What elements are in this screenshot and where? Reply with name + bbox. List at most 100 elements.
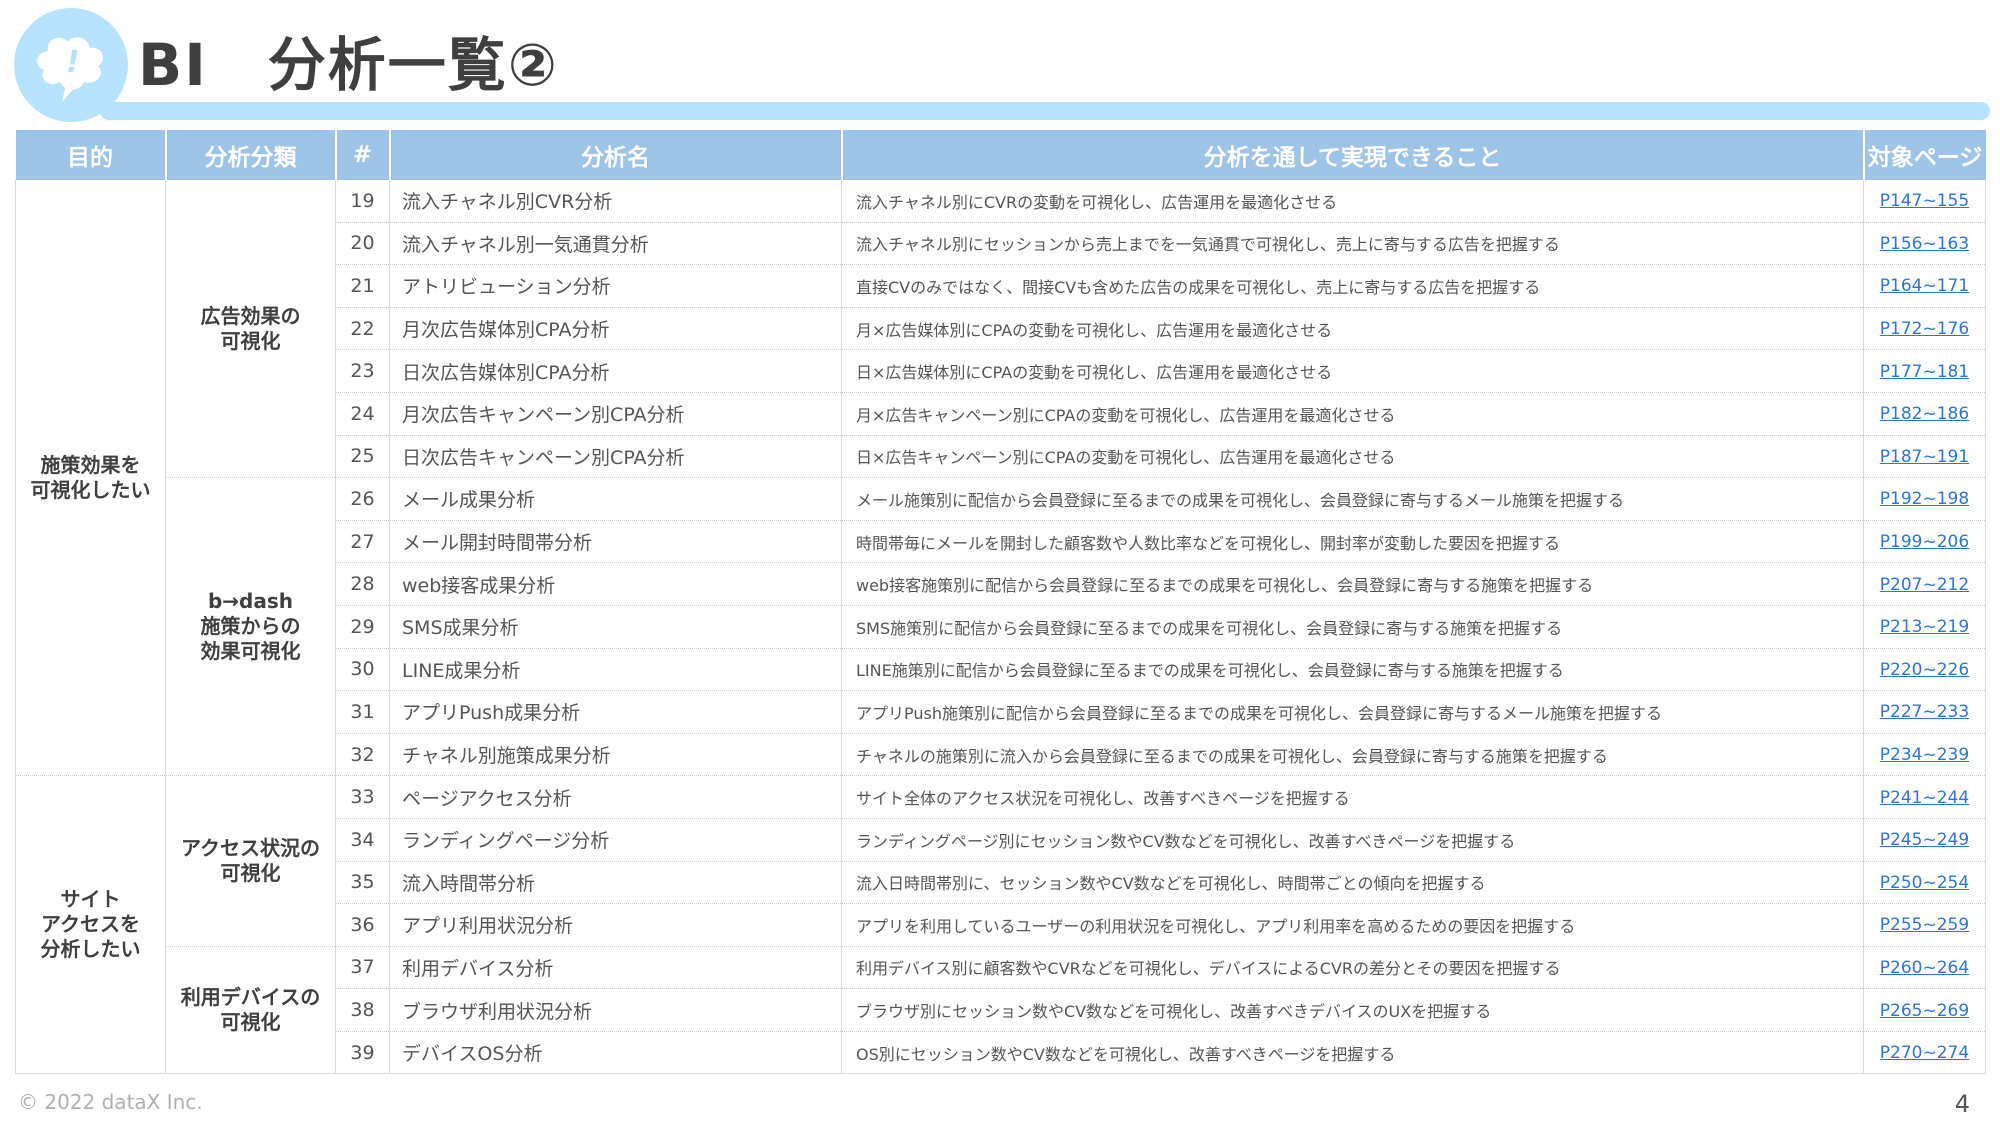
analysis-description: 時間帯毎にメールを開封した顧客数や人数比率などを可視化し、開封率が変動した要因を… <box>841 520 1864 564</box>
target-page-link[interactable]: P147~155 <box>1880 191 1969 211</box>
svg-text:!: ! <box>66 45 80 80</box>
analysis-name: 月次広告キャンペーン別CPA分析 <box>389 392 842 436</box>
target-page-cell: P213~219 <box>1863 605 1986 649</box>
analysis-description: OS別にセッション数やCV数などを可視化し、改善すべきページを把握する <box>841 1031 1864 1075</box>
analysis-name: アプリPush成果分析 <box>389 690 842 734</box>
row-number: 24 <box>335 392 390 436</box>
analysis-name: 月次広告媒体別CPA分析 <box>389 307 842 351</box>
analysis-name: 流入チャネル別CVR分析 <box>389 180 842 223</box>
row-number: 37 <box>335 946 390 990</box>
column-header-description: 分析を通して実現できること <box>840 130 1864 180</box>
target-page-cell: P164~171 <box>1863 264 1986 308</box>
target-page-link[interactable]: P255~259 <box>1880 915 1969 935</box>
analysis-name: アトリビューション分析 <box>389 264 842 308</box>
target-page-cell: P192~198 <box>1863 477 1986 521</box>
row-number: 32 <box>335 733 390 777</box>
column-header-number: # <box>334 130 390 180</box>
row-number: 21 <box>335 264 390 308</box>
analysis-name: 日次広告媒体別CPA分析 <box>389 349 842 393</box>
analysis-name: web接客成果分析 <box>389 562 842 606</box>
row-number: 25 <box>335 435 390 479</box>
row-number: 35 <box>335 861 390 905</box>
analysis-name: 流入時間帯分析 <box>389 861 842 905</box>
target-page-cell: P199~206 <box>1863 520 1986 564</box>
analysis-table: 目的 分析分類 # 分析名 分析を通して実現できること 対象ページ 施策効果を … <box>15 130 1986 1075</box>
target-page-cell: P270~274 <box>1863 1031 1986 1075</box>
analysis-description: 流入チャネル別にCVRの変動を可視化し、広告運用を最適化させる <box>841 180 1864 223</box>
row-number: 19 <box>335 180 390 223</box>
analysis-description: メール施策別に配信から会員登録に至るまでの成果を可視化し、会員登録に寄与するメー… <box>841 477 1864 521</box>
target-page-link[interactable]: P265~269 <box>1880 1001 1969 1021</box>
target-page-link[interactable]: P245~249 <box>1880 830 1969 850</box>
target-page-cell: P265~269 <box>1863 988 1986 1032</box>
analysis-description: 日×広告媒体別にCPAの変動を可視化し、広告運用を最適化させる <box>841 349 1864 393</box>
analysis-description: 月×広告キャンペーン別にCPAの変動を可視化し、広告運用を最適化させる <box>841 392 1864 436</box>
analysis-name: ランディングページ分析 <box>389 818 842 862</box>
target-page-link[interactable]: P250~254 <box>1880 873 1969 893</box>
target-page-link[interactable]: P164~171 <box>1880 276 1969 296</box>
target-page-link[interactable]: P227~233 <box>1880 702 1969 722</box>
column-header-category: 分析分類 <box>164 130 336 180</box>
analysis-name: SMS成果分析 <box>389 605 842 649</box>
category-cell: 利用デバイスの 可視化 <box>165 946 336 1075</box>
target-page-link[interactable]: P172~176 <box>1880 319 1969 339</box>
title-underline-band <box>100 102 1990 120</box>
target-page-link[interactable]: P182~186 <box>1880 404 1969 424</box>
page-title: BI 分析一覧② <box>138 31 559 99</box>
analysis-name: 日次広告キャンペーン別CPA分析 <box>389 435 842 479</box>
row-number: 30 <box>335 648 390 692</box>
row-number: 23 <box>335 349 390 393</box>
analysis-name: チャネル別施策成果分析 <box>389 733 842 777</box>
target-page-cell: P241~244 <box>1863 775 1986 819</box>
target-page-link[interactable]: P213~219 <box>1880 617 1969 637</box>
analysis-description: 流入チャネル別にセッションから売上までを一気通貫で可視化し、売上に寄与する広告を… <box>841 222 1864 266</box>
analysis-name: メール開封時間帯分析 <box>389 520 842 564</box>
target-page-link[interactable]: P207~212 <box>1880 575 1969 595</box>
purpose-cell: サイト アクセスを 分析したい <box>15 775 166 1075</box>
analysis-description: チャネルの施策別に流入から会員登録に至るまでの成果を可視化し、会員登録に寄与する… <box>841 733 1864 777</box>
column-header-target-page: 対象ページ <box>1862 130 1986 180</box>
target-page-cell: P182~186 <box>1863 392 1986 436</box>
row-number: 22 <box>335 307 390 351</box>
target-page-link[interactable]: P220~226 <box>1880 660 1969 680</box>
analysis-name: LINE成果分析 <box>389 648 842 692</box>
target-page-cell: P207~212 <box>1863 562 1986 606</box>
target-page-link[interactable]: P260~264 <box>1880 958 1969 978</box>
target-page-cell: P234~239 <box>1863 733 1986 777</box>
target-page-cell: P255~259 <box>1863 903 1986 947</box>
category-cell: アクセス状況の 可視化 <box>165 775 336 947</box>
analysis-name: 利用デバイス分析 <box>389 946 842 990</box>
row-number: 38 <box>335 988 390 1032</box>
analysis-description: LINE施策別に配信から会員登録に至るまでの成果を可視化し、会員登録に寄与する施… <box>841 648 1864 692</box>
page-number: 4 <box>1954 1090 1970 1118</box>
target-page-link[interactable]: P270~274 <box>1880 1043 1969 1063</box>
analysis-name: メール成果分析 <box>389 477 842 521</box>
analysis-description: 直接CVのみではなく、間接CVも含めた広告の成果を可視化し、売上に寄与する広告を… <box>841 264 1864 308</box>
target-page-cell: P245~249 <box>1863 818 1986 862</box>
target-page-link[interactable]: P187~191 <box>1880 447 1969 467</box>
target-page-cell: P220~226 <box>1863 648 1986 692</box>
analysis-description: サイト全体のアクセス状況を可視化し、改善すべきページを把握する <box>841 775 1864 819</box>
analysis-description: ランディングページ別にセッション数やCV数などを可視化し、改善すべきページを把握… <box>841 818 1864 862</box>
row-number: 39 <box>335 1031 390 1075</box>
purpose-cell: 施策効果を 可視化したい <box>15 180 166 777</box>
target-page-link[interactable]: P177~181 <box>1880 362 1969 382</box>
column-header-purpose: 目的 <box>15 130 166 180</box>
target-page-cell: P260~264 <box>1863 946 1986 990</box>
row-number: 34 <box>335 818 390 862</box>
target-page-link[interactable]: P199~206 <box>1880 532 1969 552</box>
analysis-description: 日×広告キャンペーン別にCPAの変動を可視化し、広告運用を最適化させる <box>841 435 1864 479</box>
target-page-cell: P250~254 <box>1863 861 1986 905</box>
analysis-description: 流入日時間帯別に、セッション数やCV数などを可視化し、時間帯ごとの傾向を把握する <box>841 861 1864 905</box>
target-page-link[interactable]: P192~198 <box>1880 489 1969 509</box>
category-cell: 広告効果の 可視化 <box>165 180 336 479</box>
row-number: 31 <box>335 690 390 734</box>
target-page-link[interactable]: P156~163 <box>1880 234 1969 254</box>
row-number: 26 <box>335 477 390 521</box>
analysis-name: ページアクセス分析 <box>389 775 842 819</box>
target-page-link[interactable]: P241~244 <box>1880 788 1969 808</box>
target-page-cell: P147~155 <box>1863 180 1986 223</box>
analysis-name: デバイスOS分析 <box>389 1031 842 1075</box>
analysis-name: アプリ利用状況分析 <box>389 903 842 947</box>
target-page-link[interactable]: P234~239 <box>1880 745 1969 765</box>
